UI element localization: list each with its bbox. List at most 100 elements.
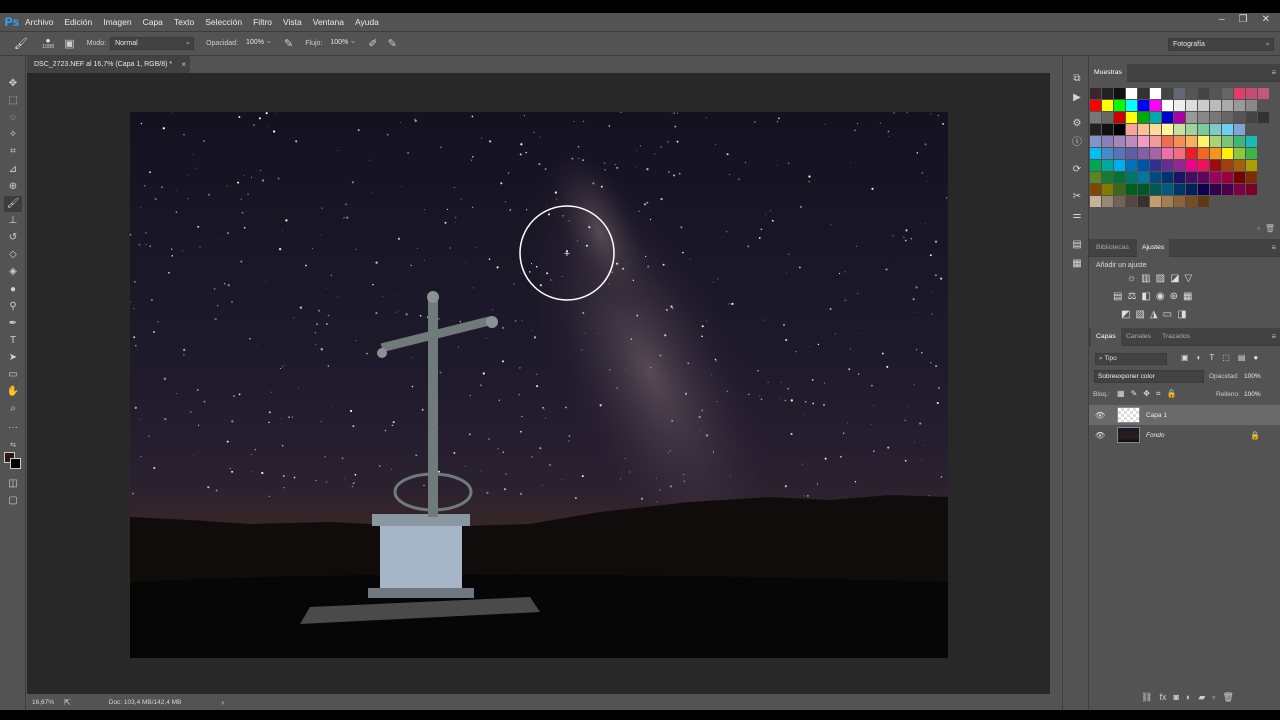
blend-mode-select[interactable]: Sobreexponer color — [1094, 370, 1204, 383]
delete-swatch-icon[interactable]: 🗑 — [1265, 224, 1275, 233]
menu-texto[interactable]: Texto — [174, 17, 194, 27]
swatch[interactable] — [1150, 88, 1161, 99]
export-icon[interactable]: ⇱ — [64, 698, 71, 707]
brush-settings-icon[interactable]: ⚙ — [1070, 117, 1084, 130]
swatch[interactable] — [1138, 112, 1149, 123]
swatch[interactable] — [1198, 112, 1209, 123]
swatch[interactable] — [1186, 100, 1197, 111]
swatch[interactable] — [1090, 172, 1101, 183]
swatch[interactable] — [1126, 112, 1137, 123]
swatch[interactable] — [1234, 100, 1245, 111]
swatch[interactable] — [1150, 184, 1161, 195]
pixel-filter-icon[interactable]: ▣ — [1181, 353, 1189, 362]
swatch[interactable] — [1090, 160, 1101, 171]
airbrush-icon[interactable]: ✐ — [368, 37, 377, 50]
history-panel-icon[interactable]: ⧉ — [1070, 72, 1084, 85]
swatch[interactable] — [1174, 148, 1185, 159]
photo-filter-icon[interactable]: ◉ — [1156, 291, 1165, 302]
swatch[interactable] — [1138, 88, 1149, 99]
layer-name[interactable]: Fondo — [1146, 432, 1164, 439]
swatch[interactable] — [1186, 124, 1197, 135]
swatch[interactable] — [1174, 112, 1185, 123]
swatch[interactable] — [1222, 160, 1233, 171]
swatch[interactable] — [1198, 184, 1209, 195]
close-tab-icon[interactable]: × — [181, 56, 186, 73]
swatch[interactable] — [1222, 100, 1233, 111]
tab-swatches[interactable]: Muestras — [1089, 64, 1127, 82]
layer-row-capa-1[interactable]: 👁 Capa 1 — [1089, 405, 1280, 425]
swatch[interactable] — [1102, 148, 1113, 159]
swatch[interactable] — [1090, 148, 1101, 159]
type-tool-icon[interactable]: T — [4, 333, 22, 349]
swatch[interactable] — [1126, 148, 1137, 159]
menu-filtro[interactable]: Filtro — [253, 17, 272, 27]
tab-paths[interactable]: Trazados — [1157, 328, 1195, 346]
swatch[interactable] — [1234, 184, 1245, 195]
type-filter-icon[interactable]: T — [1209, 353, 1214, 362]
swatch[interactable] — [1150, 136, 1161, 147]
quick-select-icon[interactable]: ✧ — [4, 127, 22, 143]
swatch[interactable] — [1126, 196, 1137, 207]
swatch[interactable] — [1174, 160, 1185, 171]
swatch[interactable] — [1174, 100, 1185, 111]
photo-canvas[interactable]: + — [130, 112, 948, 658]
tab-libraries[interactable]: Bibliotecas — [1091, 239, 1134, 257]
eraser-icon[interactable]: ◇ — [4, 247, 22, 263]
vertical-scrollbar[interactable] — [1050, 73, 1062, 694]
zoom-level[interactable]: 16,67% — [32, 699, 54, 706]
swatch[interactable] — [1210, 184, 1221, 195]
new-layer-icon[interactable]: ▫ — [1212, 692, 1215, 703]
swatch[interactable] — [1222, 184, 1233, 195]
paragraph-panel-icon[interactable]: ▦ — [1070, 257, 1084, 270]
rectangle-tool-icon[interactable]: ▭ — [4, 367, 22, 383]
swatch[interactable] — [1126, 100, 1137, 111]
zoom-tool-icon[interactable]: ⌕ — [4, 401, 22, 417]
pressure-size-icon[interactable]: ✎ — [388, 37, 397, 50]
swatch[interactable] — [1090, 100, 1101, 111]
swatch[interactable] — [1114, 100, 1125, 111]
swatch[interactable] — [1138, 148, 1149, 159]
history-brush-icon[interactable]: ↺ — [4, 230, 22, 246]
swatch[interactable] — [1162, 100, 1173, 111]
levels-icon[interactable]: ▥ — [1141, 273, 1150, 284]
vibrance-icon[interactable]: ▽ — [1185, 273, 1193, 284]
visibility-eye-icon[interactable]: 👁 — [1095, 411, 1107, 420]
swatch[interactable] — [1138, 184, 1149, 195]
swatch[interactable] — [1150, 172, 1161, 183]
swatch[interactable] — [1126, 88, 1137, 99]
swatch[interactable] — [1126, 160, 1137, 171]
swatch[interactable] — [1102, 112, 1113, 123]
clone-stamp-icon[interactable]: ⊥ — [4, 213, 22, 229]
tab-adjustments[interactable]: Ajustes — [1137, 239, 1170, 257]
brush-tool-icon[interactable]: 🖌 — [14, 37, 28, 50]
black-white-icon[interactable]: ◧ — [1141, 291, 1150, 302]
doc-info[interactable]: Doc: 103,4 MB/142,4 MB — [109, 699, 182, 706]
brush-panel-icon[interactable]: ▣ — [64, 37, 74, 50]
tab-layers[interactable]: Capas — [1091, 328, 1121, 346]
swatch[interactable] — [1174, 196, 1185, 207]
swatch[interactable] — [1186, 160, 1197, 171]
swatch[interactable] — [1162, 112, 1173, 123]
tab-channels[interactable]: Canales — [1121, 328, 1156, 346]
swatch[interactable] — [1186, 172, 1197, 183]
swatch[interactable] — [1258, 88, 1269, 99]
swatch[interactable] — [1102, 184, 1113, 195]
swatch[interactable] — [1114, 88, 1125, 99]
swatch[interactable] — [1222, 112, 1233, 123]
lock-pixels-icon[interactable]: ✎ — [1131, 389, 1138, 399]
menu-seleccion[interactable]: Selección — [205, 17, 242, 27]
lock-transparent-icon[interactable]: ▦ — [1117, 389, 1125, 399]
swatch[interactable] — [1114, 160, 1125, 171]
adjust-filter-icon[interactable]: ◐ — [1197, 353, 1202, 362]
swatch[interactable] — [1210, 136, 1221, 147]
swatch[interactable] — [1138, 196, 1149, 207]
swatch[interactable] — [1162, 148, 1173, 159]
menu-archivo[interactable]: Archivo — [25, 17, 53, 27]
selective-color-icon[interactable]: ◨ — [1177, 309, 1186, 320]
invert-icon[interactable]: ◩ — [1121, 309, 1130, 320]
brush-tool-icon[interactable]: 🖌 — [4, 196, 22, 212]
swatch[interactable] — [1186, 88, 1197, 99]
dodge-tool-icon[interactable]: ⚲ — [4, 299, 22, 315]
swatch[interactable] — [1174, 172, 1185, 183]
swatch[interactable] — [1246, 184, 1257, 195]
